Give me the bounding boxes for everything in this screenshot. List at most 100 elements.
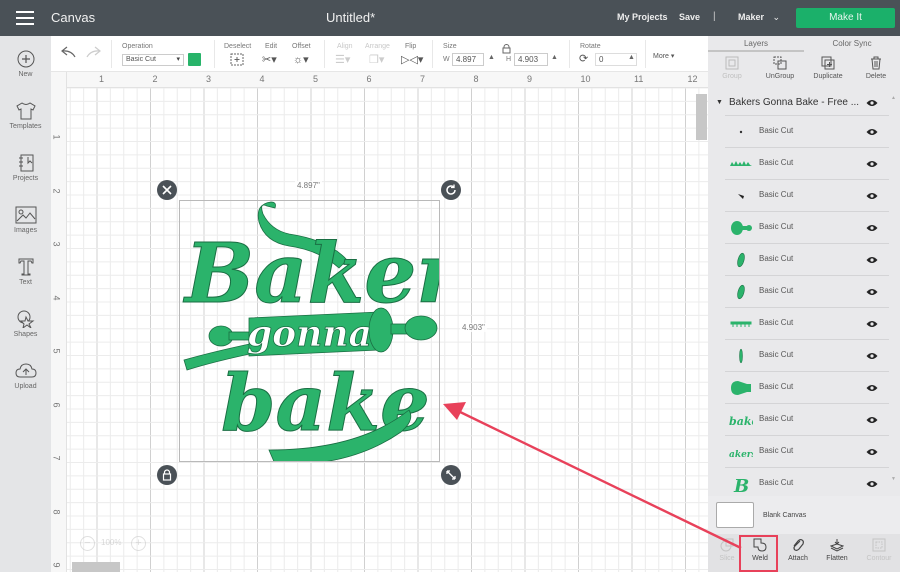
sidebar-item-projects[interactable]: Projects xyxy=(0,154,51,182)
eye-icon[interactable] xyxy=(866,224,878,232)
more-menu[interactable]: More ▾ xyxy=(653,52,674,60)
layer-name: Basic Cut xyxy=(759,286,794,295)
ruler-tick-label: 4 xyxy=(259,74,265,84)
layer-name: Basic Cut xyxy=(759,158,794,167)
zoom-out-button[interactable]: − xyxy=(80,536,95,551)
lock-handle[interactable] xyxy=(157,465,177,485)
layer-row[interactable]: akers Basic Cut xyxy=(725,435,889,467)
machine-selector[interactable]: Maker ⌄ xyxy=(738,12,780,23)
operation-select[interactable]: Basic Cut xyxy=(122,54,184,66)
flip-icon[interactable]: ▷◁▾ xyxy=(401,53,423,66)
layer-tools: Group UnGroup Duplicate Delete xyxy=(708,53,900,89)
layer-row[interactable]: Basic Cut xyxy=(725,371,889,403)
deselect-icon[interactable] xyxy=(230,53,244,66)
eye-icon[interactable] xyxy=(866,160,878,168)
ungroup-button[interactable]: UnGroup xyxy=(756,53,804,80)
sidebar-item-text[interactable]: Text xyxy=(0,258,51,286)
contour-button[interactable]: Contour xyxy=(860,534,898,572)
operation-color-swatch[interactable] xyxy=(188,53,201,66)
layer-thumbnail-comb xyxy=(730,321,752,327)
rotate-stepper[interactable]: ▲︎ xyxy=(628,54,635,61)
sidebar-item-upload[interactable]: Upload xyxy=(0,362,51,390)
layer-row[interactable]: Basic Cut xyxy=(725,115,889,147)
eye-icon[interactable] xyxy=(866,128,878,136)
flatten-button[interactable]: Flatten xyxy=(818,534,856,572)
eye-icon[interactable] xyxy=(866,256,878,264)
zoom-control: − 100% + xyxy=(77,534,157,554)
redo-icon[interactable] xyxy=(85,46,101,58)
paperclip-icon xyxy=(793,539,804,551)
blank-canvas-swatch[interactable] xyxy=(716,502,754,528)
layer-thumbnail-bake-text: bake xyxy=(729,415,753,428)
ruler-tick-label: 9 xyxy=(527,74,533,84)
layer-row[interactable]: Basic Cut xyxy=(725,275,889,307)
design-canvas[interactable]: 123456789101112 123456789 Bakers gonna b… xyxy=(51,72,708,572)
offset-label: Offset xyxy=(292,43,311,50)
attach-button[interactable]: Attach xyxy=(779,534,817,572)
width-stepper[interactable]: ▲︎ xyxy=(488,54,495,61)
slice-icon xyxy=(720,538,734,552)
tab-color-sync[interactable]: Color Sync xyxy=(804,36,900,52)
eye-icon[interactable] xyxy=(866,320,878,328)
width-input[interactable]: 4.897 xyxy=(452,53,484,66)
resize-handle[interactable] xyxy=(441,465,461,485)
eye-icon[interactable] xyxy=(866,384,878,392)
layer-name: Basic Cut xyxy=(759,350,794,359)
zoom-in-button[interactable]: + xyxy=(131,536,146,551)
ruler-tick-label: 8 xyxy=(51,509,62,515)
eye-icon[interactable] xyxy=(866,416,878,424)
lock-icon[interactable] xyxy=(502,44,511,54)
sidebar-label: Projects xyxy=(12,175,39,182)
eye-icon[interactable] xyxy=(866,480,878,488)
eye-icon[interactable] xyxy=(866,448,878,456)
align-icon[interactable]: ☰▾ xyxy=(335,53,350,66)
layer-actions-bar: Slice Weld Attach Flatten Contour xyxy=(708,534,900,572)
eye-icon[interactable] xyxy=(866,352,878,360)
height-stepper[interactable]: ▲︎ xyxy=(551,54,558,61)
delete-handle[interactable] xyxy=(157,180,177,200)
hamburger-menu-icon[interactable] xyxy=(16,11,34,25)
tool-label: Contour xyxy=(866,555,892,562)
vertical-scrollbar[interactable] xyxy=(696,94,707,140)
svg-text:akers: akers xyxy=(729,450,753,460)
layer-row[interactable]: B Basic Cut xyxy=(725,467,889,499)
layers-scroll-up-icon[interactable]: ▲ xyxy=(891,95,896,101)
layer-row[interactable]: Basic Cut xyxy=(725,179,889,211)
duplicate-button[interactable]: Duplicate xyxy=(804,53,852,80)
layer-row[interactable]: Basic Cut xyxy=(725,147,889,179)
layer-group-row[interactable]: ▼ Bakers Gonna Bake - Free ... xyxy=(708,91,889,115)
layer-row[interactable]: Basic Cut xyxy=(725,211,889,243)
layer-group-name: Bakers Gonna Bake - Free ... xyxy=(729,97,860,108)
size-label: Size xyxy=(443,43,457,50)
arrange-icon[interactable]: ❐▾ xyxy=(369,53,384,66)
more-label: More xyxy=(653,53,669,60)
layer-row[interactable]: Basic Cut xyxy=(725,339,889,371)
collapse-triangle-icon[interactable]: ▼ xyxy=(716,99,723,106)
sidebar-item-new[interactable]: New xyxy=(0,50,51,78)
ruler-tick-label: 7 xyxy=(51,455,62,461)
height-input[interactable]: 4.903 xyxy=(514,53,548,66)
sidebar-item-templates[interactable]: Templates xyxy=(0,102,51,130)
blank-canvas-row: Blank Canvas xyxy=(708,496,900,534)
sidebar-item-images[interactable]: Images xyxy=(0,206,51,234)
rotate-handle[interactable] xyxy=(441,180,461,200)
horizontal-scrollbar[interactable] xyxy=(72,562,120,572)
offset-icon[interactable]: ☼▾ xyxy=(293,53,309,66)
undo-icon[interactable] xyxy=(61,46,77,58)
eye-icon[interactable] xyxy=(866,192,878,200)
delete-button[interactable]: Delete xyxy=(852,53,900,80)
layer-row[interactable]: Basic Cut xyxy=(725,307,889,339)
layer-row[interactable]: Basic Cut xyxy=(725,243,889,275)
save-link[interactable]: Save xyxy=(679,12,700,22)
sidebar-item-shapes[interactable]: Shapes xyxy=(0,310,51,338)
group-button[interactable]: Group xyxy=(708,53,756,80)
make-it-button[interactable]: Make It xyxy=(796,8,895,28)
tab-layers[interactable]: Layers xyxy=(708,36,804,52)
eye-icon[interactable] xyxy=(866,288,878,296)
eye-icon[interactable] xyxy=(866,99,878,107)
layers-scroll-down-icon[interactable]: ▼ xyxy=(891,476,896,482)
my-projects-link[interactable]: My Projects xyxy=(617,12,668,22)
layer-row[interactable]: bake Basic Cut xyxy=(725,403,889,435)
layer-name: Basic Cut xyxy=(759,222,794,231)
edit-scissors-icon[interactable]: ✂▾ xyxy=(262,53,277,66)
